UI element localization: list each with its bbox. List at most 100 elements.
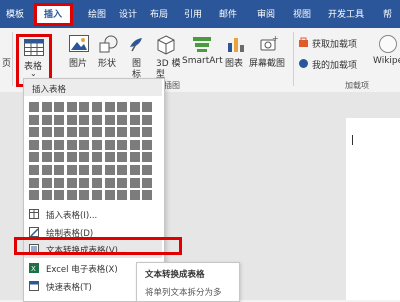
grid-cell[interactable] — [142, 114, 153, 125]
grid-cell[interactable] — [66, 190, 77, 201]
smartart-button[interactable]: SmartArt — [182, 33, 223, 71]
screenshot-button[interactable]: + 屏幕截图 — [248, 33, 290, 71]
icons-button[interactable]: 图 标 — [128, 33, 146, 81]
grid-cell[interactable] — [104, 139, 115, 150]
picture-button[interactable]: 图片 — [66, 33, 92, 71]
tab-draw[interactable]: 绘图 — [88, 7, 106, 20]
grid-cell[interactable] — [142, 127, 153, 138]
grid-cell[interactable] — [29, 190, 39, 201]
grid-cell[interactable] — [92, 127, 102, 138]
tab-template[interactable]: 模板 — [6, 7, 24, 20]
grid-cell[interactable] — [66, 127, 77, 138]
tab-view[interactable]: 视图 — [293, 7, 311, 20]
grid-cell[interactable] — [92, 190, 102, 201]
grid-cell[interactable] — [142, 190, 153, 201]
grid-cell[interactable] — [79, 190, 90, 201]
grid-cell[interactable] — [66, 152, 77, 163]
grid-cell[interactable] — [66, 114, 77, 125]
document-page[interactable] — [346, 118, 400, 300]
chart-button[interactable]: 图表 — [224, 33, 248, 71]
grid-cell[interactable] — [54, 190, 65, 201]
menu-item-insert-table[interactable]: 插入表格(I)... — [24, 205, 162, 223]
grid-cell[interactable] — [29, 152, 39, 163]
grid-cell[interactable] — [104, 127, 115, 138]
grid-cell[interactable] — [104, 152, 115, 163]
grid-cell[interactable] — [79, 177, 90, 188]
shapes-button[interactable]: 形状 — [94, 33, 124, 71]
grid-cell[interactable] — [104, 114, 115, 125]
grid-cell[interactable] — [79, 102, 90, 112]
grid-cell[interactable] — [29, 127, 39, 138]
grid-cell[interactable] — [92, 102, 102, 112]
grid-cell[interactable] — [79, 152, 90, 163]
grid-cell[interactable] — [129, 190, 140, 201]
grid-cell[interactable] — [79, 127, 90, 138]
grid-cell[interactable] — [41, 114, 52, 125]
grid-cell[interactable] — [104, 102, 115, 112]
grid-cell[interactable] — [104, 165, 115, 175]
grid-cell[interactable] — [41, 190, 52, 201]
grid-cell[interactable] — [117, 102, 128, 112]
grid-cell[interactable] — [54, 114, 65, 125]
grid-cell[interactable] — [129, 165, 140, 175]
grid-cell[interactable] — [104, 177, 115, 188]
grid-cell[interactable] — [29, 114, 39, 125]
grid-cell[interactable] — [92, 114, 102, 125]
grid-cell[interactable] — [142, 139, 153, 150]
grid-cell[interactable] — [92, 177, 102, 188]
tab-help[interactable]: 帮 — [383, 7, 392, 20]
grid-cell[interactable] — [92, 152, 102, 163]
grid-cell[interactable] — [142, 102, 153, 112]
grid-cell[interactable] — [66, 165, 77, 175]
grid-cell[interactable] — [117, 190, 128, 201]
grid-cell[interactable] — [129, 127, 140, 138]
grid-cell[interactable] — [41, 102, 52, 112]
grid-cell[interactable] — [41, 177, 52, 188]
grid-cell[interactable] — [79, 139, 90, 150]
grid-cell[interactable] — [92, 165, 102, 175]
grid-cell[interactable] — [104, 190, 115, 201]
grid-cell[interactable] — [41, 152, 52, 163]
tab-design[interactable]: 设计 — [119, 7, 137, 20]
tab-layout[interactable]: 布局 — [150, 7, 168, 20]
grid-cell[interactable] — [66, 102, 77, 112]
grid-cell[interactable] — [142, 152, 153, 163]
grid-cell[interactable] — [92, 139, 102, 150]
grid-cell[interactable] — [41, 127, 52, 138]
3d-models-button[interactable]: 3D 模 型 — [152, 33, 182, 81]
grid-cell[interactable] — [142, 165, 153, 175]
grid-cell[interactable] — [54, 139, 65, 150]
grid-cell[interactable] — [29, 139, 39, 150]
grid-cell[interactable] — [54, 127, 65, 138]
grid-cell[interactable] — [41, 139, 52, 150]
grid-cell[interactable] — [129, 114, 140, 125]
get-addins-button[interactable]: 获取加载项 — [298, 36, 368, 50]
grid-cell[interactable] — [41, 165, 52, 175]
grid-cell[interactable] — [29, 177, 39, 188]
tab-developer[interactable]: 开发工具 — [328, 7, 364, 20]
wikipedia-button[interactable]: Wikipe — [373, 33, 400, 71]
grid-cell[interactable] — [66, 177, 77, 188]
grid-cell[interactable] — [129, 102, 140, 112]
grid-cell[interactable] — [117, 114, 128, 125]
grid-cell[interactable] — [66, 139, 77, 150]
grid-cell[interactable] — [79, 114, 90, 125]
grid-cell[interactable] — [54, 152, 65, 163]
tab-mailings[interactable]: 邮件 — [219, 7, 237, 20]
grid-cell[interactable] — [129, 152, 140, 163]
grid-cell[interactable] — [79, 165, 90, 175]
grid-cell[interactable] — [29, 165, 39, 175]
grid-cell[interactable] — [129, 177, 140, 188]
my-addins-button[interactable]: 我的加载项 — [298, 57, 370, 71]
grid-cell[interactable] — [54, 102, 65, 112]
grid-cell[interactable] — [117, 139, 128, 150]
grid-cell[interactable] — [54, 177, 65, 188]
grid-cell[interactable] — [54, 165, 65, 175]
grid-cell[interactable] — [117, 127, 128, 138]
grid-cell[interactable] — [117, 177, 128, 188]
tab-review[interactable]: 审阅 — [257, 7, 275, 20]
grid-cell[interactable] — [129, 139, 140, 150]
grid-cell[interactable] — [29, 102, 39, 112]
grid-cell[interactable] — [142, 177, 153, 188]
tab-references[interactable]: 引用 — [184, 7, 202, 20]
